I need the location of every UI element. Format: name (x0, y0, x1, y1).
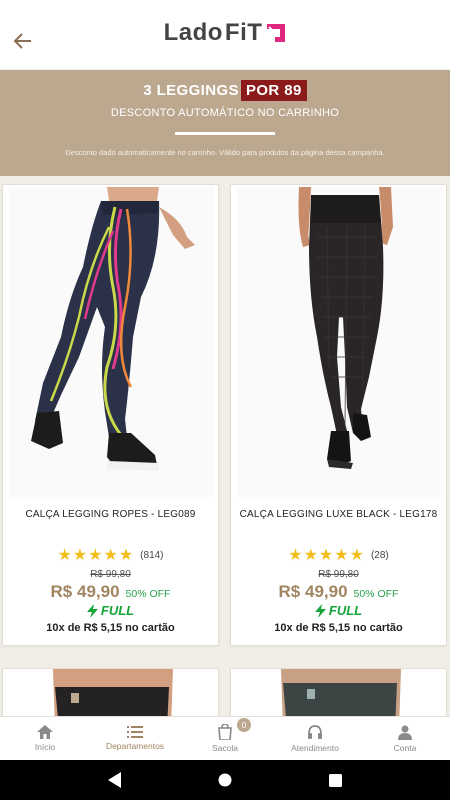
full-label: FULL (328, 603, 363, 618)
old-price: R$ 99,80 (318, 569, 359, 580)
legging-ropes-image (29, 187, 195, 471)
star-rating-icon: ★★★★★ (57, 547, 135, 564)
promo-divider (175, 132, 275, 135)
logo-text-fit: FiT (224, 18, 263, 46)
nav-item-departamentos[interactable]: Departamentos (90, 717, 180, 760)
promo-title: 3 LEGGINGS POR 89 (0, 80, 450, 101)
logo-mark-icon (267, 23, 286, 42)
lightning-icon (86, 603, 98, 618)
cart-count-badge: 0 (237, 718, 251, 732)
system-back-button[interactable] (95, 760, 135, 800)
product-rating: ★★★★★ (28) (231, 545, 446, 565)
nav-label: Início (34, 742, 56, 752)
rating-count: (28) (370, 549, 389, 561)
ladofit-logo[interactable]: Lado FiT (164, 19, 287, 47)
discount-label: 50% OFF (125, 588, 171, 600)
nav-item-inicio[interactable]: Início (0, 717, 90, 760)
product-name[interactable]: CALÇA LEGGING ROPES - LEG089 (3, 509, 218, 520)
star-rating-icon: ★★★★★ (288, 547, 365, 564)
installments-text: 10x de R$ 5,15 no cartão (274, 622, 403, 634)
product-rating: ★★★★★ (814) (3, 545, 218, 565)
bottom-nav: Início Departamentos 0 Sacola Atendiment… (0, 716, 450, 760)
product-name[interactable]: CALÇA LEGGING LUXE BLACK - LEG178 (231, 509, 446, 520)
logo-text-lado: Lado (163, 18, 223, 46)
back-button[interactable] (10, 28, 36, 54)
nav-label: Conta (393, 742, 417, 753)
nav-item-sacola[interactable]: 0 Sacola (180, 717, 270, 760)
home-icon (37, 725, 53, 739)
promo-title-prefix: 3 LEGGINGS (143, 82, 239, 99)
promo-title-highlight: POR 89 (240, 80, 307, 101)
nav-item-conta[interactable]: Conta (360, 717, 450, 760)
legging-luxe-black-image (298, 187, 393, 469)
user-icon (398, 725, 412, 740)
price-row: R$ 49,90 50% OFF (231, 582, 446, 602)
list-icon (127, 726, 143, 738)
rating-count: (814) (140, 549, 164, 561)
current-price: R$ 49,90 (50, 582, 120, 601)
full-label: FULL (100, 603, 135, 618)
product-card[interactable]: CALÇA LEGGING ROPES - LEG089 ★★★★★ (814)… (2, 184, 219, 646)
arrow-left-icon (13, 33, 31, 49)
current-price: R$ 49,90 (278, 582, 348, 601)
product-card[interactable]: CALÇA LEGGING LUXE BLACK - LEG178 ★★★★★ … (230, 184, 447, 646)
nav-label: Departamentos (105, 741, 165, 751)
app-header: Lado FiT (0, 0, 450, 70)
full-shipping-badge: FULL (3, 603, 218, 618)
discount-label: 50% OFF (353, 588, 399, 600)
old-price: R$ 99,80 (90, 569, 131, 580)
lightning-icon (314, 603, 326, 618)
promo-banner: 3 LEGGINGS POR 89 DESCONTO AUTOMÁTICO NO… (0, 70, 450, 176)
promo-subtitle: DESCONTO AUTOMÁTICO NO CARRINHO (110, 107, 340, 119)
nav-item-atendimento[interactable]: Atendimento (270, 717, 360, 760)
square-recents-icon (328, 773, 342, 787)
nav-label: Atendimento (291, 742, 339, 753)
circle-home-icon (218, 773, 232, 787)
bag-icon (218, 724, 232, 740)
triangle-back-icon (108, 772, 121, 788)
system-home-button[interactable] (205, 760, 245, 800)
full-shipping-badge: FULL (231, 603, 446, 618)
product-image[interactable] (237, 187, 442, 497)
nav-label: Sacola (212, 743, 238, 753)
system-recents-button[interactable] (315, 760, 355, 800)
headset-icon (308, 724, 322, 739)
system-nav-bar (0, 760, 450, 800)
price-row: R$ 49,90 50% OFF (3, 582, 218, 602)
product-image[interactable] (9, 187, 214, 497)
promo-note: Desconto dado automaticamente no carrinh… (65, 148, 385, 157)
installments-text: 10x de R$ 5,15 no cartão (46, 622, 175, 634)
